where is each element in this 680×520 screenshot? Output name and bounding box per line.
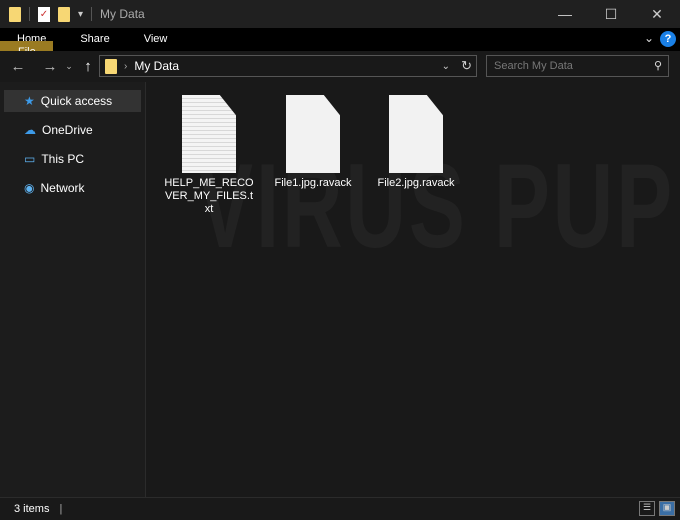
tab-view[interactable]: View — [127, 28, 185, 51]
file-item[interactable]: File2.jpg.ravack — [371, 95, 461, 190]
file-list: VIRUS PUP HELP_ME_RECOVER_MY_FILES.txt F… — [147, 82, 680, 497]
file-name: File2.jpg.ravack — [377, 177, 455, 189]
network-icon: ◉ — [24, 181, 35, 195]
cloud-icon: ☁ — [24, 123, 36, 137]
details-view-button[interactable]: ☰ — [639, 501, 655, 516]
blank-file-icon — [286, 95, 340, 173]
help-icon[interactable]: ? — [660, 31, 676, 47]
back-button[interactable]: ← — [6, 58, 30, 75]
chevron-right-icon[interactable]: › — [124, 61, 127, 72]
search-placeholder: Search My Data — [494, 60, 573, 72]
text-file-icon — [182, 95, 236, 173]
star-icon: ★ — [24, 94, 35, 108]
folder-icon[interactable] — [9, 6, 21, 22]
item-count: 3 items — [14, 503, 50, 515]
search-icon[interactable]: ⚲ — [654, 56, 662, 76]
chevron-down-icon[interactable]: ⌄ — [442, 61, 450, 72]
address-path[interactable]: My Data — [134, 59, 179, 73]
new-folder-icon[interactable] — [58, 6, 70, 22]
sidebar-item-this-pc[interactable]: ▭ This PC — [0, 148, 145, 170]
tab-share[interactable]: Share — [63, 28, 126, 51]
navigation-pane: ★ Quick access ☁ OneDrive ▭ This PC ◉ Ne… — [0, 82, 146, 497]
large-icons-view-button[interactable]: ▣ — [659, 501, 675, 516]
ribbon-tabs: File Home Share View ⌄ ? — [0, 28, 680, 64]
sidebar-item-quick-access[interactable]: ★ Quick access — [4, 90, 141, 112]
sidebar-item-label: OneDrive — [42, 123, 93, 137]
file-name: HELP_ME_RECOVER_MY_FILES.txt — [164, 177, 254, 215]
expand-ribbon-icon[interactable]: ⌄ — [644, 31, 654, 45]
blank-file-icon — [389, 95, 443, 173]
title-bar: ✓ ▾ My Data — ☐ ✕ — [0, 0, 680, 28]
forward-button[interactable]: → — [38, 58, 62, 75]
sidebar-item-label: This PC — [41, 152, 85, 166]
navigation-bar: ← → ⌄ ↑ › My Data ⌄ ↻ Search My Data ⚲ — [0, 51, 680, 81]
search-input[interactable]: Search My Data ⚲ — [486, 55, 669, 77]
customize-toolbar-icon[interactable]: ▾ — [78, 9, 83, 20]
properties-icon[interactable]: ✓ — [38, 6, 50, 22]
minimize-button[interactable]: — — [542, 0, 588, 28]
up-button[interactable]: ↑ — [76, 58, 100, 75]
status-bar: 3 items | ☰ ▣ — [0, 497, 680, 520]
refresh-icon[interactable]: ↻ — [461, 58, 472, 74]
sidebar-item-label: Quick access — [40, 94, 113, 108]
maximize-button[interactable]: ☐ — [588, 0, 634, 28]
file-item[interactable]: File1.jpg.ravack — [268, 95, 358, 190]
divider — [29, 7, 30, 21]
recent-locations-icon[interactable]: ⌄ — [62, 61, 76, 72]
sidebar-item-label: Network — [40, 181, 85, 195]
file-name: File1.jpg.ravack — [274, 177, 352, 189]
sidebar-item-onedrive[interactable]: ☁ OneDrive — [0, 119, 145, 141]
window-title: My Data — [100, 7, 145, 21]
close-button[interactable]: ✕ — [634, 0, 680, 28]
divider: | — [59, 503, 63, 515]
divider — [91, 7, 93, 21]
address-bar[interactable]: › My Data ⌄ ↻ — [99, 55, 477, 77]
computer-icon: ▭ — [24, 152, 36, 166]
folder-icon — [105, 58, 117, 74]
file-item[interactable]: HELP_ME_RECOVER_MY_FILES.txt — [164, 95, 254, 216]
sidebar-item-network[interactable]: ◉ Network — [0, 177, 145, 199]
